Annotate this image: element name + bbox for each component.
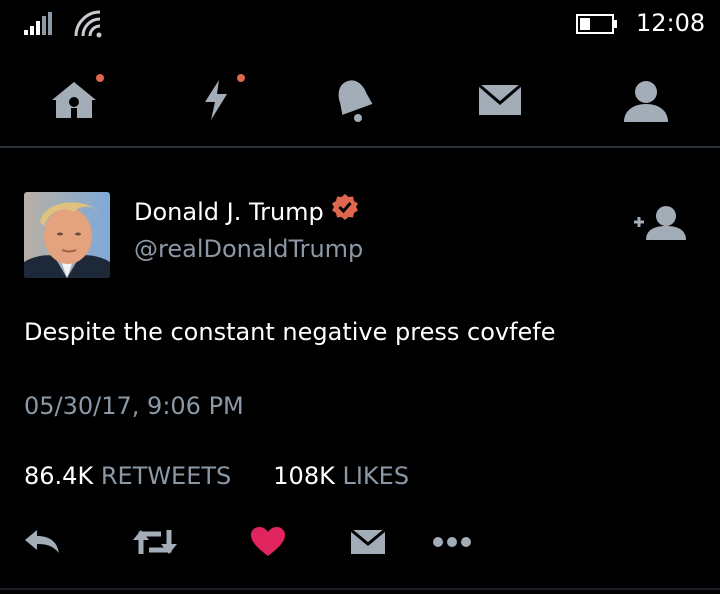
retweets-count: 86.4K (24, 462, 94, 490)
avatar[interactable] (24, 192, 110, 278)
like-button[interactable] (246, 520, 290, 564)
add-user-icon (634, 206, 686, 240)
home-notification-dot (96, 74, 104, 82)
clock: 12:08 (636, 9, 706, 37)
more-options-button[interactable] (430, 520, 474, 564)
bell-icon (338, 80, 373, 122)
signal-strength-icon (24, 12, 52, 35)
battery-icon (576, 14, 617, 34)
avatar-image (24, 192, 110, 278)
tweet-stats: 86.4K RETWEETS 108K LIKES (24, 462, 409, 490)
likes-count: 108K (273, 462, 335, 490)
follow-button[interactable] (632, 204, 690, 242)
reply-button[interactable] (20, 520, 64, 564)
likes-label: LIKES (342, 462, 410, 490)
retweets-label: RETWEETS (100, 462, 232, 490)
author-handle[interactable]: @realDonaldTrump (134, 235, 363, 263)
nav-messages-button[interactable] (470, 72, 530, 128)
retweets-stat[interactable]: 86.4K RETWEETS (24, 462, 231, 490)
divider (0, 588, 720, 590)
reply-icon (25, 530, 59, 553)
tweet-text: Despite the constant negative press covf… (24, 318, 556, 346)
tweet-actions (0, 520, 720, 570)
moments-notification-dot (237, 74, 245, 82)
mail-icon (478, 83, 522, 115)
more-icon (433, 537, 471, 547)
wifi-icon (74, 10, 102, 38)
nav-home-button[interactable] (44, 72, 104, 128)
nav-notifications-button[interactable] (324, 72, 384, 128)
tweet-timestamp: 05/30/17, 9:06 PM (24, 392, 244, 420)
direct-message-button[interactable] (346, 520, 390, 564)
home-icon (52, 82, 96, 118)
heart-icon (251, 527, 285, 556)
retweet-icon (133, 530, 177, 554)
retweet-button[interactable] (130, 520, 180, 564)
likes-stat[interactable]: 108K LIKES (273, 462, 409, 490)
nav-moments-button[interactable] (186, 72, 246, 128)
top-nav (0, 60, 720, 148)
profile-icon (624, 81, 668, 122)
author-name[interactable]: Donald J. Trump (134, 198, 324, 226)
status-bar: 12:08 (0, 0, 720, 52)
mail-icon (350, 528, 386, 554)
nav-profile-button[interactable] (616, 72, 676, 128)
verified-badge-icon (332, 194, 358, 220)
lightning-icon (205, 80, 227, 120)
